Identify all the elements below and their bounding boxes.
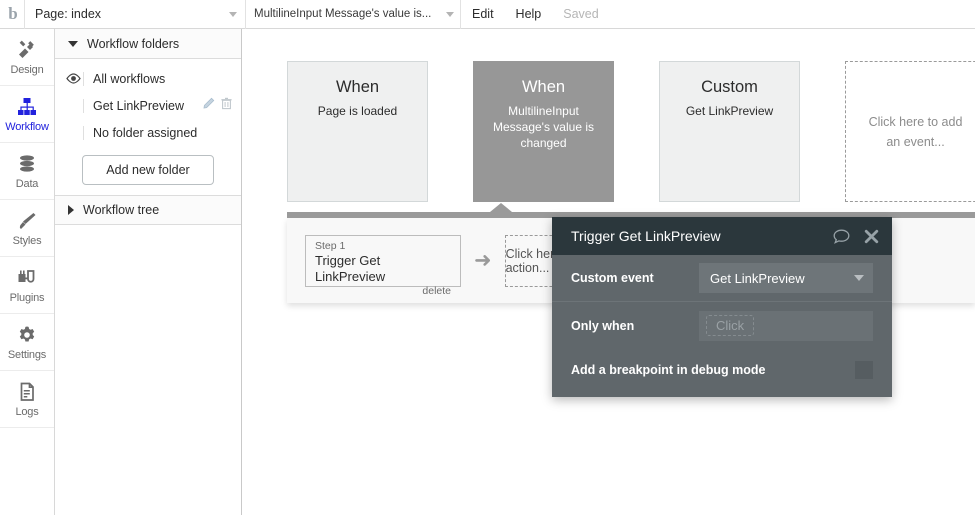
workflow-folders-header[interactable]: Workflow folders xyxy=(55,29,241,59)
data-icon xyxy=(16,153,38,175)
top-toolbar: b Page: index MultilineInput Message's v… xyxy=(0,0,975,29)
left-nav-rail: Design Workflow Data Styles Plugins Sett… xyxy=(0,29,55,515)
breakpoint-checkbox[interactable] xyxy=(855,361,873,379)
sidebar-item-logs[interactable]: Logs xyxy=(0,371,54,428)
custom-event-select[interactable]: Get LinkPreview xyxy=(699,263,873,293)
plugins-icon xyxy=(16,267,38,289)
sidebar-item-design[interactable]: Design xyxy=(0,29,54,86)
sidebar-item-plugins[interactable]: Plugins xyxy=(0,257,54,314)
only-when-input[interactable]: Click xyxy=(699,310,873,341)
sidebar-item-data[interactable]: Data xyxy=(0,143,54,200)
bubble-workflow-editor: b Page: index MultilineInput Message's v… xyxy=(0,0,975,515)
step-name: Trigger Get LinkPreview xyxy=(315,252,386,284)
event-selector[interactable]: MultilineInput Message's value is... xyxy=(246,0,461,29)
workflow-icon xyxy=(16,96,38,118)
triangle-down-icon xyxy=(68,40,78,47)
add-new-folder-button[interactable]: Add new folder xyxy=(82,155,214,185)
sidebar-item-workflow[interactable]: Workflow xyxy=(0,86,54,143)
breakpoint-row: Add a breakpoint in debug mode xyxy=(552,349,892,391)
event-card-subtitle: Get LinkPreview xyxy=(685,104,774,118)
page-selector[interactable]: Page: index xyxy=(24,0,246,29)
folder-list: All workflows Get LinkPreview No folder … xyxy=(55,59,241,195)
folder-item-label: All workflows xyxy=(83,71,233,86)
folder-item-all-workflows[interactable]: All workflows xyxy=(55,65,241,92)
sidebar-item-styles[interactable]: Styles xyxy=(0,200,54,257)
event-selector-label: MultilineInput Message's value is... xyxy=(254,8,432,20)
custom-event-row: Custom event Get LinkPreview xyxy=(552,255,892,302)
sidebar-item-label: Styles xyxy=(12,234,42,247)
folder-item-actions xyxy=(202,97,233,115)
add-event-placeholder: Click here to add an event... xyxy=(868,114,963,149)
event-card-custom-get-linkpreview[interactable]: Custom Get LinkPreview xyxy=(659,61,800,202)
sidebar-item-label: Design xyxy=(10,63,44,76)
step-delete-link[interactable]: delete xyxy=(315,285,451,297)
steps-pointer-caret xyxy=(490,203,512,212)
design-icon xyxy=(16,39,38,61)
workflow-folders-panel: Workflow folders All workflows Get LinkP… xyxy=(55,29,242,515)
bubble-logo[interactable]: b xyxy=(0,0,24,29)
custom-event-label: Custom event xyxy=(571,271,654,285)
sidebar-item-label: Workflow xyxy=(5,120,49,133)
breakpoint-label: Add a breakpoint in debug mode xyxy=(571,363,766,377)
event-card-multilineinput-changed[interactable]: When MultilineInput Message's value is c… xyxy=(473,61,614,202)
folder-item-get-linkpreview[interactable]: Get LinkPreview xyxy=(55,92,241,119)
chevron-down-icon xyxy=(446,11,454,17)
only-when-label: Only when xyxy=(571,318,635,333)
delete-trash-icon[interactable] xyxy=(220,97,233,115)
only-when-row: Only when Click xyxy=(552,302,892,349)
workflow-folders-title: Workflow folders xyxy=(87,36,180,51)
only-when-placeholder: Click xyxy=(706,315,755,336)
sidebar-item-label: Logs xyxy=(15,405,39,418)
eye-icon xyxy=(63,73,83,84)
modal-header: Trigger Get LinkPreview xyxy=(552,217,892,255)
add-event-card[interactable]: Click here to add an event... xyxy=(845,61,975,202)
sidebar-item-label: Plugins xyxy=(9,291,45,304)
edit-pencil-icon[interactable] xyxy=(202,97,215,115)
workflow-tree-title: Workflow tree xyxy=(83,203,160,217)
triangle-right-icon xyxy=(68,205,74,215)
save-status: Saved xyxy=(563,7,599,21)
custom-event-value: Get LinkPreview xyxy=(710,270,805,286)
folder-item-no-folder-assigned[interactable]: No folder assigned xyxy=(55,119,241,146)
chevron-down-icon xyxy=(229,11,237,17)
workflow-tree-header[interactable]: Workflow tree xyxy=(55,195,241,225)
sidebar-item-settings[interactable]: Settings xyxy=(0,314,54,371)
sidebar-item-label: Settings xyxy=(7,348,47,361)
folder-item-label: No folder assigned xyxy=(83,125,233,140)
sidebar-item-label: Data xyxy=(15,177,39,190)
logs-icon xyxy=(16,381,38,403)
step-number: Step 1 xyxy=(315,239,346,252)
menu-help[interactable]: Help xyxy=(505,0,553,29)
chevron-down-icon xyxy=(854,275,864,281)
styles-icon xyxy=(16,210,38,232)
folder-item-label: Get LinkPreview xyxy=(83,98,202,113)
event-card-subtitle: MultilineInput Message's value is change… xyxy=(492,104,594,150)
step-card-trigger-get-linkpreview[interactable]: Step 1 Trigger Get LinkPreview delete xyxy=(305,234,461,297)
menu-edit[interactable]: Edit xyxy=(461,0,505,29)
gear-icon xyxy=(16,324,38,346)
event-card-title: When xyxy=(521,78,566,96)
modal-title: Trigger Get LinkPreview xyxy=(571,228,721,244)
page-selector-label: Page: index xyxy=(35,7,102,21)
event-cards-row: When Page is loaded When MultilineInput … xyxy=(287,61,975,202)
comment-icon[interactable] xyxy=(833,229,850,244)
event-card-page-is-loaded[interactable]: When Page is loaded xyxy=(287,61,428,202)
event-card-title: Custom xyxy=(701,78,758,96)
event-card-subtitle: Page is loaded xyxy=(317,104,398,118)
modal-body: Custom event Get LinkPreview Only when C… xyxy=(552,255,892,397)
close-icon[interactable] xyxy=(864,229,879,244)
event-card-title: When xyxy=(335,78,380,96)
action-properties-modal: Trigger Get LinkPreview Custom event Get… xyxy=(552,217,892,397)
arrow-right-icon: ➜ xyxy=(474,249,492,272)
